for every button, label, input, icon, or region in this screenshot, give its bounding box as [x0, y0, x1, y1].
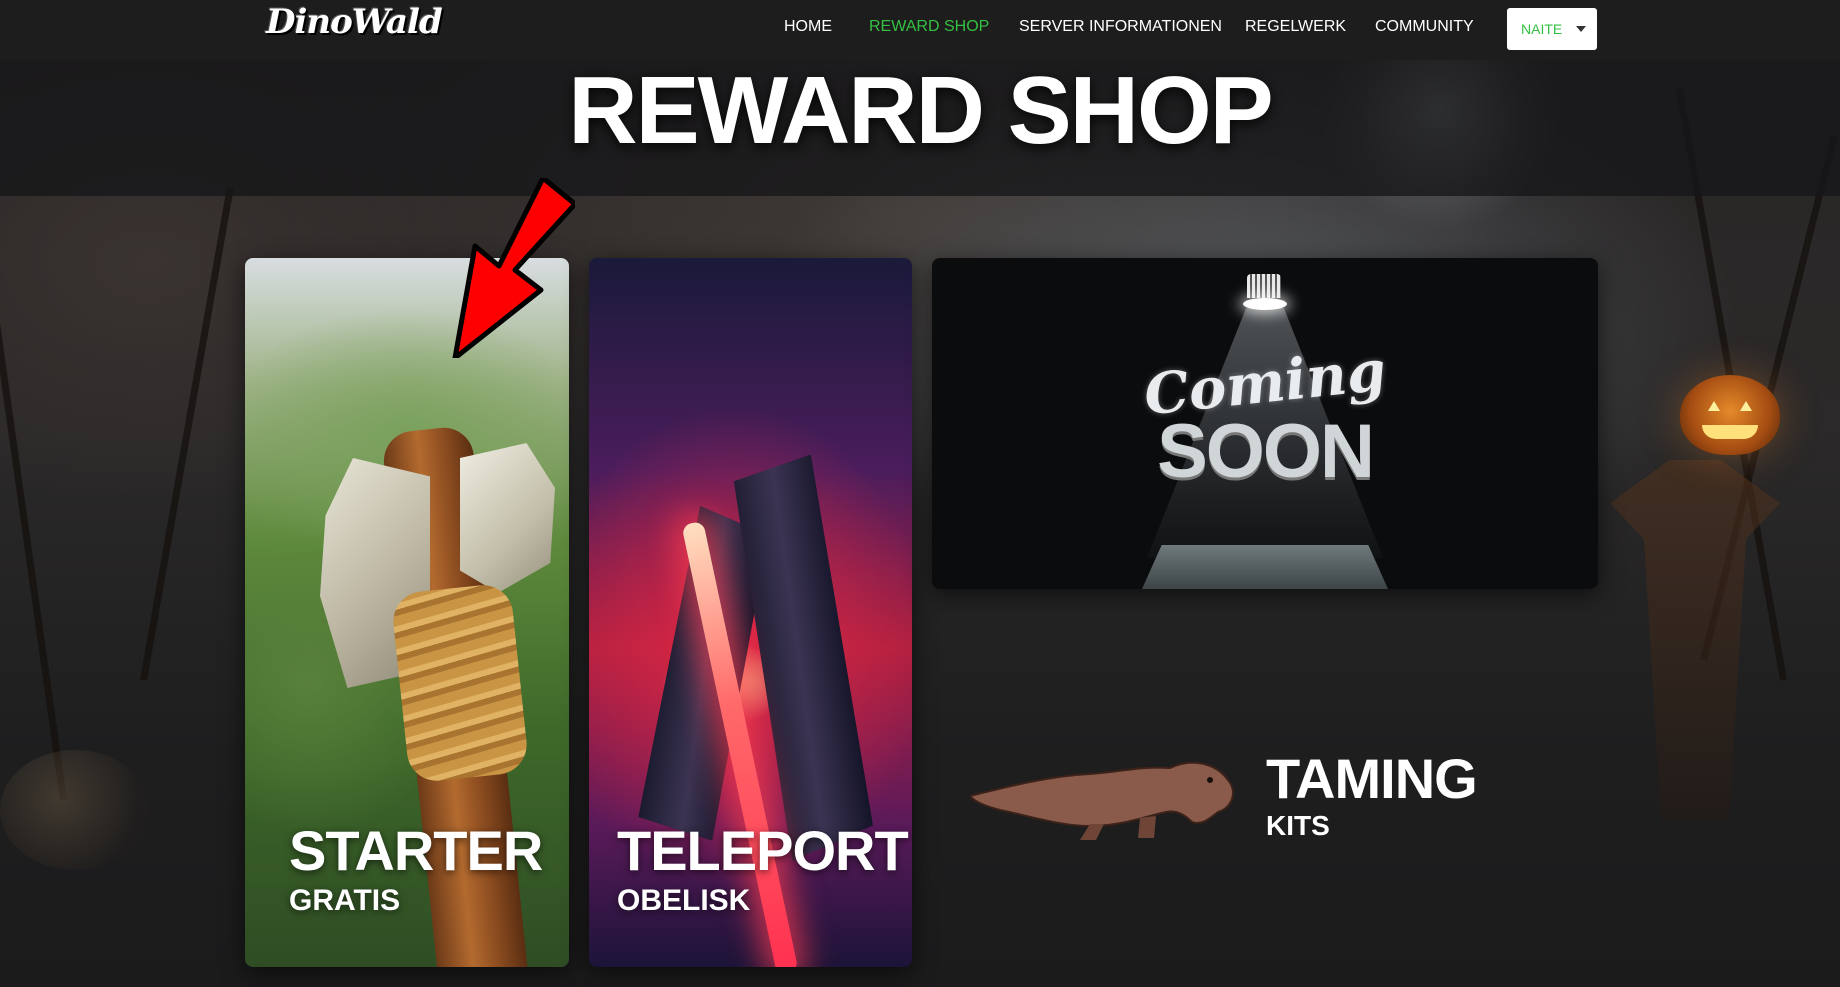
coming-soon-card[interactable]: Coming SOON	[932, 258, 1598, 589]
teleport-card[interactable]: TELEPORT OBELISK	[589, 258, 912, 967]
taming-kits-item[interactable]: TAMING KITS	[960, 728, 1560, 868]
nav-reward-shop[interactable]: REWARD SHOP	[869, 18, 989, 36]
background-jack-o-lantern	[1680, 375, 1780, 455]
nav-server-informationen[interactable]: SERVER INFORMATIONEN	[1019, 18, 1222, 36]
user-dropdown-button[interactable]: NAITE	[1507, 8, 1597, 50]
dinosaur-image	[970, 761, 1234, 840]
pumpkin-eye	[1708, 401, 1720, 411]
site-logo[interactable]: DinoWald	[266, 2, 443, 46]
soon-text: SOON	[1157, 409, 1375, 494]
background-tree	[0, 106, 67, 801]
pumpkin-eye	[1740, 401, 1752, 411]
background-tree	[140, 186, 234, 681]
nav-home[interactable]: HOME	[784, 18, 832, 36]
pumpkin-mouth	[1702, 425, 1758, 439]
teleport-card-subtitle: OBELISK	[617, 884, 751, 917]
taming-title: TAMING	[1266, 747, 1478, 810]
starter-card-title: STARTER	[289, 819, 543, 882]
axe-rope-image	[390, 582, 530, 784]
axe-stone-image	[460, 443, 555, 593]
background-scarecrow	[1610, 460, 1780, 820]
taming-subtitle: KITS	[1266, 810, 1330, 841]
starter-card[interactable]: STARTER GRATIS	[245, 258, 569, 967]
spotlight-lamp-icon	[1247, 274, 1281, 298]
spotlight-bulb	[1243, 298, 1287, 310]
nav-community[interactable]: COMMUNITY	[1375, 18, 1474, 36]
red-arrow-pointer-icon	[452, 178, 575, 358]
caret-down-icon	[1576, 26, 1586, 32]
background-pumpkin	[0, 750, 150, 870]
nav-regelwerk[interactable]: REGELWERK	[1245, 18, 1346, 36]
teleport-card-title: TELEPORT	[617, 819, 909, 882]
top-navbar: DinoWald HOME REWARD SHOP SERVER INFORMA…	[0, 0, 1840, 60]
page-title: REWARD SHOP	[568, 57, 1273, 164]
starter-card-subtitle: GRATIS	[289, 884, 401, 917]
user-name: NAITE	[1521, 21, 1563, 37]
pedestal-image	[1142, 545, 1388, 589]
